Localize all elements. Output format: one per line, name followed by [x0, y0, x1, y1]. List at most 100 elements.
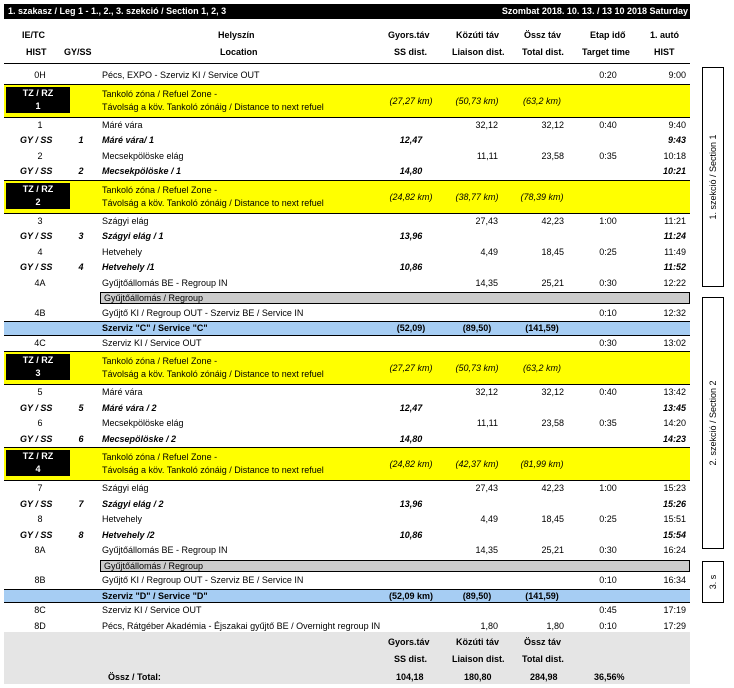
total-distance: 23,58 [541, 150, 564, 161]
refuel-zone-number: 2 [35, 196, 41, 207]
total-distance: 25,21 [541, 545, 564, 555]
liaison-distance: 11,11 [476, 150, 498, 161]
stage-number: 2 [78, 166, 84, 176]
footer-total: Total dist. [522, 654, 564, 664]
target-time: 0:40 [599, 119, 617, 130]
header-gyorstav: Gyors.táv [388, 30, 430, 40]
first-car-time: 16:24 [663, 545, 686, 555]
itinerary-row: 8 Hetvehely 4,49 18,45 0:25 15:51 [4, 512, 690, 528]
refuel-liaison-distance: (42,37 km) [455, 459, 499, 469]
stage-location: Hetvehely /1 [102, 262, 155, 272]
section-3-label: 3. s [708, 574, 718, 590]
refuel-zone-number: 1 [35, 100, 41, 111]
header-hist: HIST [26, 47, 47, 57]
itinerary-row: 8C Szerviz KI / Service OUT 0:45 17:19 [4, 603, 690, 619]
service-row: Szerviz "C" / Service "C" (52,09) (89,50) (… [4, 321, 690, 336]
section-1-label: 1. szekció / Section 1 [708, 134, 718, 220]
refuel-zone-badge: TZ / RZ 1 [6, 86, 70, 113]
header-ossztav: Össz táv [524, 30, 562, 40]
footer-liaison: Liaison dist. [452, 654, 505, 664]
refuel-total-distance: (63,2 km) [522, 95, 561, 106]
service-total-distance: (141,59) [525, 323, 559, 333]
service-liaison-distance: (89,50) [462, 323, 492, 333]
stage-location: Szágyi elág / 1 [102, 231, 164, 241]
side-section-1: 1. szekció / Section 1 [702, 67, 724, 287]
refuel-ss-distance: (24,82 km) [389, 459, 433, 469]
footer-percent: 36,56% [594, 672, 625, 682]
stage-number: 7 [78, 498, 84, 509]
first-car-time: 9:00 [668, 70, 686, 80]
refuel-ss-distance: (27,27 km) [389, 363, 433, 373]
stage-location: Mecsepölöske / 2 [102, 433, 177, 444]
stage-distance: 10,86 [399, 262, 423, 272]
target-time: 0:30 [599, 277, 617, 288]
stage-row: GY / SS 4 Hetvehely /1 10,86 11:52 [4, 260, 690, 276]
regroup-row: Gyűjtőállomás / Regroup [4, 291, 690, 306]
refuel-distance-note: Távolság a köv. Tankoló zónáig / Distanc… [102, 369, 324, 379]
stage-row: GY / SS 5 Máré vára / 2 12,47 13:45 [4, 401, 690, 417]
location: Máré vára [102, 119, 143, 130]
total-distance: 42,23 [541, 483, 564, 493]
title-bar: 1. szakasz / Leg 1 - 1., 2., 3. szekció … [4, 4, 690, 19]
target-time: 0:30 [599, 337, 617, 348]
stage-code: GY / SS [20, 529, 53, 540]
first-car-time: 12:22 [663, 277, 686, 288]
target-time: 0:35 [599, 150, 617, 161]
refuel-zone-badge: TZ / RZ 3 [6, 354, 70, 380]
liaison-distance: 14,35 [475, 277, 498, 288]
column-header: IE/TC HIST GY/SS Helyszín Location Gyors… [4, 19, 690, 63]
hist-code: 8D [34, 620, 46, 631]
total-distance: 18,45 [541, 514, 564, 524]
itinerary-row: 2 Mecsekpölöske elág 11,11 23,58 0:35 10:18 [4, 149, 690, 165]
stage-code: GY / SS [20, 498, 53, 509]
target-time: 0:30 [599, 545, 617, 555]
first-car-time: 12:32 [663, 307, 686, 318]
date-title: Szombat 2018. 10. 13. / 13 10 2018 Satur… [501, 6, 688, 16]
stage-distance: 12,47 [399, 402, 423, 413]
itinerary-row: 8B Gyűjtő KI / Regroup OUT - Szerviz BE /… [4, 573, 690, 589]
location: Szágyi elág [102, 483, 149, 493]
stage-distance: 14,80 [399, 433, 423, 444]
location: Gyűjtő KI / Regroup OUT - Szerviz BE / S… [102, 575, 304, 585]
itinerary-row: 4A Gyűjtőállomás BE - Regroup IN 14,35 25,2… [4, 276, 690, 292]
refuel-zone-code: TZ / RZ [22, 355, 54, 365]
header-helyszin: Helyszín [218, 30, 255, 40]
first-car-time: 10:18 [663, 150, 686, 161]
side-section-3: 3. s [702, 561, 724, 603]
target-time: 0:25 [599, 514, 617, 524]
liaison-distance: 14,35 [475, 545, 498, 555]
stage-time: 15:26 [662, 498, 686, 509]
header-location: Location [220, 47, 258, 57]
first-car-time: 17:29 [663, 620, 686, 631]
refuel-row: TZ / RZ 4 Tankoló zóna / Refuel Zone - Távo… [4, 447, 690, 481]
target-time: 0:45 [599, 605, 617, 615]
liaison-distance: 32,12 [475, 387, 498, 397]
itinerary-row: 1 Máré vára 32,12 32,12 0:40 9:40 [4, 118, 690, 134]
location: Máré vára [102, 387, 143, 397]
liaison-distance: 4,49 [480, 246, 498, 257]
refuel-zone-code: TZ / RZ [22, 87, 54, 98]
hist-code: 8 [37, 514, 43, 524]
regroup-row: Gyűjtőállomás / Regroup [4, 559, 690, 574]
target-time: 0:10 [599, 575, 617, 585]
liaison-distance: 1,80 [480, 620, 498, 631]
stage-distance: 13,96 [399, 498, 423, 509]
location: Gyűjtőállomás BE - Regroup IN [102, 545, 228, 555]
hist-code: 1 [37, 119, 43, 130]
itinerary-row: 4 Hetvehely 4,49 18,45 0:25 11:49 [4, 245, 690, 261]
refuel-distance-note: Távolság a köv. Tankoló zónáig / Distanc… [102, 101, 324, 112]
location: Hetvehely [102, 246, 143, 257]
hist-code: 4A [34, 277, 46, 288]
total-distance: 18,45 [541, 246, 564, 257]
first-car-time: 14:20 [663, 418, 686, 428]
header-kozutitav: Közúti táv [456, 30, 500, 40]
total-distance: 32,12 [541, 119, 564, 130]
stage-time: 10:21 [662, 166, 686, 176]
stage-row: GY / SS 1 Máré vára/ 1 12,47 9:43 [4, 133, 690, 149]
leg-title: 1. szakasz / Leg 1 - 1., 2., 3. szekció … [8, 6, 227, 16]
refuel-zone-title: Tankoló zóna / Refuel Zone - [102, 356, 218, 366]
first-car-time: 11:49 [664, 246, 686, 257]
header-etapido: Etap idő [590, 30, 626, 40]
stage-location: Mecsekpölöske / 1 [102, 166, 182, 176]
refuel-ss-distance: (27,27 km) [389, 95, 433, 106]
